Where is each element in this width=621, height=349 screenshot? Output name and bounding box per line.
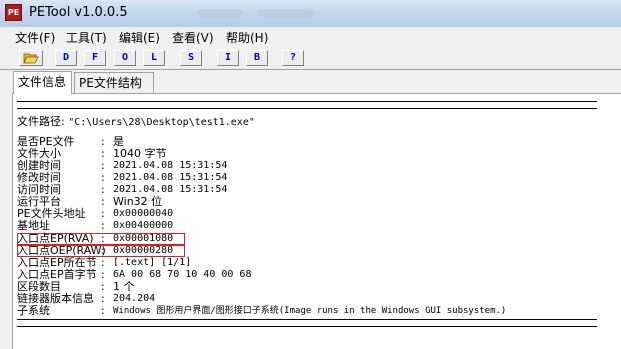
info-label: 基地址 [17, 219, 50, 232]
toolbar-button-f[interactable]: F [84, 50, 106, 66]
menu-bar: 文件(F) 工具(T) 编辑(E) 查看(V) 帮助(H) [0, 27, 621, 49]
info-value: 2021.04.08 15:31:54 [113, 172, 228, 183]
info-value: 2021.04.08 15:31:54 [113, 160, 228, 171]
file-path-line: 文件路径: "C:\Users\28\Desktop\test1.exe" [17, 113, 255, 129]
menu-file[interactable]: 文件(F) [15, 29, 55, 46]
separator-top [17, 101, 597, 109]
toolbar-button-d[interactable]: D [55, 50, 77, 66]
info-value: 0x00001080 [113, 233, 174, 244]
separator-bottom [17, 319, 597, 327]
toolbar-button-b[interactable]: B [246, 50, 268, 66]
toolbar-button-o[interactable]: O [114, 50, 136, 66]
info-label: 子系统 [17, 304, 50, 317]
open-file-button[interactable] [19, 50, 43, 66]
menu-view[interactable]: 查看(V) [172, 29, 214, 46]
info-value: 0x00400000 [113, 220, 174, 231]
info-value: Win32 位 [113, 195, 163, 208]
toolbar-button-s[interactable]: S [180, 50, 202, 66]
info-value: 1 个 [113, 280, 135, 293]
info-value: Windows 图形用户界面/图形接口子系统(Image runs in the… [113, 306, 507, 316]
file-path-label: 文件路径: [17, 115, 65, 128]
info-value: 1040 字节 [113, 147, 167, 160]
tab-file-info[interactable]: 文件信息 [13, 71, 72, 94]
info-value: 0x00000040 [113, 208, 174, 219]
file-path-value: "C:\Users\28\Desktop\test1.exe" [68, 117, 255, 128]
toolbar-button-l[interactable]: L [143, 50, 165, 66]
info-value: 204.204 [113, 293, 156, 304]
tab-pe-structure[interactable]: PE文件结构 [74, 72, 154, 93]
app-icon: PE [5, 4, 22, 21]
window-title: PETool v1.0.0.5 [29, 5, 128, 20]
menu-help[interactable]: 帮助(H) [226, 29, 268, 46]
toolbar: D F O L S I B ? [0, 48, 621, 70]
title-blur-decoration [258, 9, 314, 17]
file-info-panel: 文件路径: "C:\Users\28\Desktop\test1.exe" 是否… [12, 93, 621, 349]
info-value: 0x00000280 [113, 245, 174, 256]
title-bar: PE PETool v1.0.0.5 [0, 0, 621, 28]
title-blur-decoration [196, 9, 244, 17]
folder-open-icon [23, 53, 39, 64]
menu-edit[interactable]: 编辑(E) [119, 29, 160, 46]
toolbar-button-i[interactable]: I [217, 50, 239, 66]
help-button[interactable]: ? [282, 50, 304, 66]
menu-tools[interactable]: 工具(T) [66, 29, 107, 46]
info-value: [.text] [1/1] [113, 257, 192, 268]
